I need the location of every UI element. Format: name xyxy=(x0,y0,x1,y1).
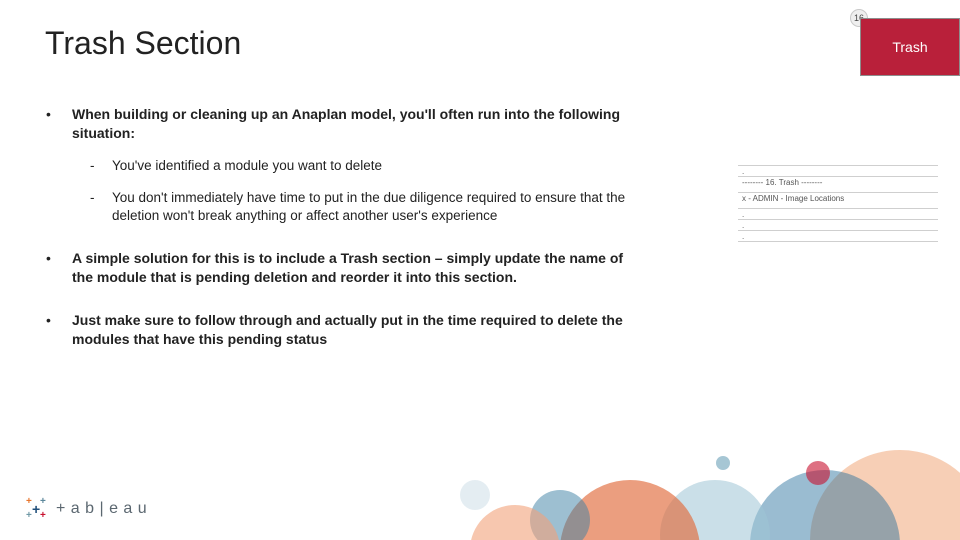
slide: Trash Section 16 Trash When building or … xyxy=(0,0,960,540)
slide-title: Trash Section xyxy=(45,25,241,62)
bullet-2-pre: A simple solution for this is to include… xyxy=(72,250,341,266)
tableau-logo: +++++ + a b | e a u xyxy=(24,496,147,522)
content-area: When building or cleaning up an Anaplan … xyxy=(40,105,645,373)
sub-list: You've identified a module you want to d… xyxy=(72,157,645,226)
bullet-2: A simple solution for this is to include… xyxy=(40,249,645,287)
tableau-icon: +++++ xyxy=(24,496,50,522)
table-row: . xyxy=(738,231,938,242)
bullet-1: When building or cleaning up an Anaplan … xyxy=(40,105,645,225)
sub-1: You've identified a module you want to d… xyxy=(72,157,645,175)
table-row: . xyxy=(738,209,938,220)
bullet-1-text: When building or cleaning up an Anaplan … xyxy=(72,106,620,141)
sub-2: You don't immediately have time to put i… xyxy=(72,189,645,225)
table-row: x - ADMIN - Image Locations xyxy=(738,193,938,209)
table-row: . xyxy=(738,220,938,231)
main-list: When building or cleaning up an Anaplan … xyxy=(40,105,645,349)
bullet-2-bold: Trash xyxy=(341,250,378,266)
table-row: . xyxy=(738,166,938,177)
bullet-3: Just make sure to follow through and act… xyxy=(40,311,645,349)
badge-label: Trash xyxy=(892,39,927,55)
badge-box: Trash xyxy=(860,18,960,76)
table-row: -------- 16. Trash -------- xyxy=(738,177,938,193)
example-table: . -------- 16. Trash -------- x - ADMIN … xyxy=(738,165,938,242)
logo-text: + a b | e a u xyxy=(56,500,147,518)
